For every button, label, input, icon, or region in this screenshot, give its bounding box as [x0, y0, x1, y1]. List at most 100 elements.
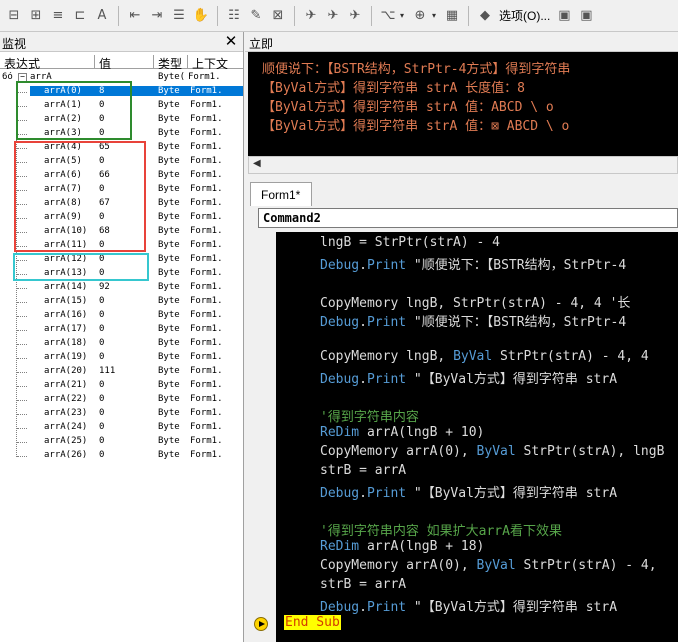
immediate-hscrollbar[interactable]: ◀	[248, 156, 678, 174]
watch-value[interactable]: 111	[95, 366, 154, 376]
watch-row[interactable]: arrA(24) 0 Byte Form1.	[0, 421, 243, 435]
column-expression[interactable]: 表达式	[0, 55, 95, 69]
watch-value[interactable]: 0	[95, 310, 154, 320]
watch-row[interactable]: arrA(14) 92 Byte Form1.	[0, 281, 243, 295]
toolbar-separator	[468, 5, 469, 26]
toolbar: ⊟ ⊞ ≡ ⊏ A ⇤ ⇥ ☰ ✋ ☷ ✎ ⊠ ✈ ✈ ✈ ⌥ ▾ ⊕ ▾ ▦ ◆ 选项(O)... ▣ ▣	[0, 0, 678, 32]
code-text: .	[359, 600, 367, 615]
align-left-icon[interactable]: ≡	[48, 6, 68, 26]
watch-value[interactable]: 0	[95, 422, 154, 432]
diamond-icon[interactable]: ◆	[475, 6, 495, 26]
window-icon[interactable]: ▣	[554, 6, 574, 26]
code-line[interactable]: Debug.Print "【ByVal方式】得到字符串 strA	[320, 482, 617, 501]
code-line[interactable]: ReDim arrA(lngB + 10)	[320, 425, 484, 440]
close-icon[interactable]: ✕	[223, 33, 239, 49]
code-line[interactable]: Debug.Print "顺便说下：【BSTR结构，StrPtr-4	[320, 254, 626, 273]
panel-icon[interactable]: ▦	[442, 6, 462, 26]
code-line[interactable]: strB = arrA	[320, 463, 406, 478]
scroll-left-icon[interactable]: ◀	[253, 158, 261, 169]
chevron-down-icon[interactable]: ▾	[432, 11, 440, 20]
green-highlight-box	[16, 81, 132, 140]
code-line[interactable]: Debug.Print "【ByVal方式】得到字符串 strA	[320, 596, 617, 615]
execution-pointer-icon[interactable]	[254, 617, 268, 631]
code-line[interactable]: CopyMemory lngB, StrPtr(strA) - 4, 4 '长	[320, 292, 630, 311]
watch-value[interactable]: 0	[95, 380, 154, 390]
watch-row[interactable]: arrA(23) 0 Byte Form1.	[0, 407, 243, 421]
ruler-icon[interactable]: ⊟	[4, 6, 24, 26]
code-editor[interactable]: End Sub lngB = StrPtr(strA) - 4 Debug.Pri…	[276, 232, 678, 642]
watch-value[interactable]: 0	[95, 324, 154, 334]
align-center-icon[interactable]: ⊏	[70, 6, 90, 26]
watch-type: Byte	[158, 310, 180, 320]
font-size-icon[interactable]: A	[92, 6, 112, 26]
column-value[interactable]: 值	[95, 55, 154, 69]
watch-type: Byte	[158, 198, 180, 208]
clear-bookmarks-icon[interactable]: ✈	[345, 6, 365, 26]
watch-expression: arrA(25)	[44, 436, 88, 446]
watch-value[interactable]: 0	[95, 338, 154, 348]
watch-row[interactable]: arrA(18) 0 Byte Form1.	[0, 337, 243, 351]
code-line[interactable]: Debug.Print "【ByVal方式】得到字符串 strA	[320, 368, 617, 387]
watch-row[interactable]: arrA(17) 0 Byte Form1.	[0, 323, 243, 337]
watch-context: Form1.	[190, 114, 223, 124]
tab-form1[interactable]: Form1*	[250, 182, 312, 206]
watch-value[interactable]: 0	[95, 352, 154, 362]
watch-row[interactable]: arrA(21) 0 Byte Form1.	[0, 379, 243, 393]
text-icon[interactable]: ✎	[246, 6, 266, 26]
watch-row[interactable]: arrA(15) 0 Byte Form1.	[0, 295, 243, 309]
column-type[interactable]: 类型	[154, 55, 188, 69]
watch-value[interactable]: 0	[95, 450, 154, 460]
code-line[interactable]: Debug.Print "顺便说下：【BSTR结构，StrPtr-4	[320, 311, 626, 330]
watch-row[interactable]: arrA(26) 0 Byte Form1.	[0, 449, 243, 463]
window2-icon[interactable]: ▣	[576, 6, 596, 26]
watch-value[interactable]: 0	[95, 408, 154, 418]
code-line[interactable]: '得到字符串内容	[320, 406, 419, 425]
watch-row[interactable]: arrA(25) 0 Byte Form1.	[0, 435, 243, 449]
code-line[interactable]: CopyMemory arrA(0), ByVal StrPtr(strA) -…	[320, 558, 657, 573]
column-context[interactable]: 上下文	[188, 55, 243, 69]
watch-value[interactable]: 0	[95, 436, 154, 446]
next-bookmark-icon[interactable]: ✈	[301, 6, 321, 26]
watch-expression: arrA(19)	[44, 352, 88, 362]
chevron-down-icon[interactable]: ▾	[400, 11, 408, 20]
code-text: "【ByVal方式】得到字符串 strA	[406, 486, 618, 501]
options-button[interactable]: 选项(O)...	[497, 7, 552, 24]
watch-context: Form1.	[190, 254, 223, 264]
watch-value[interactable]: 92	[95, 282, 154, 292]
prev-bookmark-icon[interactable]: ✈	[323, 6, 343, 26]
code-line[interactable]: CopyMemory arrA(0), ByVal StrPtr(strA), …	[320, 444, 664, 459]
watch-expression: arrA(24)	[44, 422, 88, 432]
watch-context: Form1.	[190, 394, 223, 404]
code-line[interactable]: '得到字符串内容 如果扩大arrA看下效果	[320, 520, 562, 539]
code-line[interactable]: lngB = StrPtr(strA) - 4	[320, 235, 500, 250]
watch-expression: arrA(18)	[44, 338, 88, 348]
watch-value[interactable]: 0	[95, 296, 154, 306]
code-line[interactable]: CopyMemory lngB, ByVal StrPtr(strA) - 4,…	[320, 349, 649, 364]
code-text: CopyMemory lngB, StrPtr(strA) - 4, 4 '长	[320, 296, 631, 311]
outdent-icon[interactable]: ⇥	[147, 6, 167, 26]
immediate-window[interactable]: 顺便说下：【BSTR结构，StrPtr-4方式】得到字符串 【ByVal方式】得到…	[248, 52, 678, 156]
watch-type: Byte	[158, 394, 180, 404]
watch-row[interactable]: arrA(19) 0 Byte Form1.	[0, 351, 243, 365]
break-icon[interactable]: ⊕	[410, 6, 430, 26]
bullets-icon[interactable]: ☰	[169, 6, 189, 26]
watch-type: Byte	[158, 422, 180, 432]
code-margin[interactable]	[248, 232, 276, 642]
watch-row[interactable]: arrA(16) 0 Byte Form1.	[0, 309, 243, 323]
watch-row[interactable]: arrA(22) 0 Byte Form1.	[0, 393, 243, 407]
format-icon[interactable]: ⊞	[26, 6, 46, 26]
indent-icon[interactable]: ⇤	[125, 6, 145, 26]
code-line[interactable]: ReDim arrA(lngB + 18)	[320, 539, 484, 554]
watch-type: Byte	[158, 408, 180, 418]
watch-type: Byte	[158, 324, 180, 334]
object-combo[interactable]: Command2	[258, 208, 678, 228]
code-text: CopyMemory lngB,	[320, 349, 454, 364]
code-text: "顺便说下：【BSTR结构，StrPtr-4	[406, 258, 627, 273]
bookmark-icon[interactable]: ⊠	[268, 6, 288, 26]
hand-icon[interactable]: ✋	[191, 6, 211, 26]
numbers-icon[interactable]: ☷	[224, 6, 244, 26]
watch-value[interactable]: 0	[95, 394, 154, 404]
watch-row[interactable]: arrA(20) 111 Byte Form1.	[0, 365, 243, 379]
run-icon[interactable]: ⌥	[378, 6, 398, 26]
code-line[interactable]: strB = arrA	[320, 577, 406, 592]
